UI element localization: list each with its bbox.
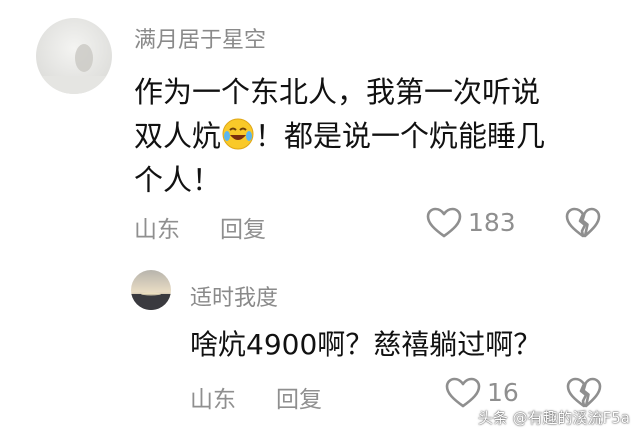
reply-username[interactable]: 适时我度: [190, 280, 278, 312]
reply-reply-button[interactable]: 回复: [276, 380, 322, 414]
comment-line-2b: ！都是说一个炕能睡几: [255, 119, 546, 153]
comment-reply-button[interactable]: 回复: [220, 210, 266, 244]
reply-text: 啥炕4900啊？慈禧躺过啊？: [190, 328, 542, 361]
reply-avatar[interactable]: [131, 270, 171, 310]
heart-icon[interactable]: [426, 207, 462, 239]
comment-avatar[interactable]: [36, 18, 112, 94]
reply-location: 山东: [190, 387, 236, 413]
comment-text: 作为一个东北人，我第一次听说 双人炕 ！都是说一个炕能睡几 个人！: [134, 70, 604, 202]
laughing-crying-emoji-icon: [221, 117, 255, 151]
comment-line-2a: 双人炕: [134, 119, 222, 153]
comment-line-3: 个人！: [134, 163, 222, 197]
comment-line-1: 作为一个东北人，我第一次听说: [134, 75, 541, 109]
broken-heart-icon[interactable]: [566, 377, 602, 409]
avatar-image: [131, 270, 171, 310]
reply-like-count: 16: [487, 378, 519, 407]
comment-username[interactable]: 满月居于星空: [134, 22, 266, 54]
watermark: 头条 @有趣的溪流F5a: [477, 409, 630, 427]
heart-icon[interactable]: [445, 377, 481, 409]
comment-like-count: 183: [468, 208, 516, 237]
broken-heart-icon[interactable]: [565, 207, 601, 239]
comment-line-2: 双人炕 ！都是说一个炕能睡几: [134, 114, 604, 158]
comment-location: 山东: [134, 217, 180, 243]
avatar-image: [36, 18, 112, 94]
